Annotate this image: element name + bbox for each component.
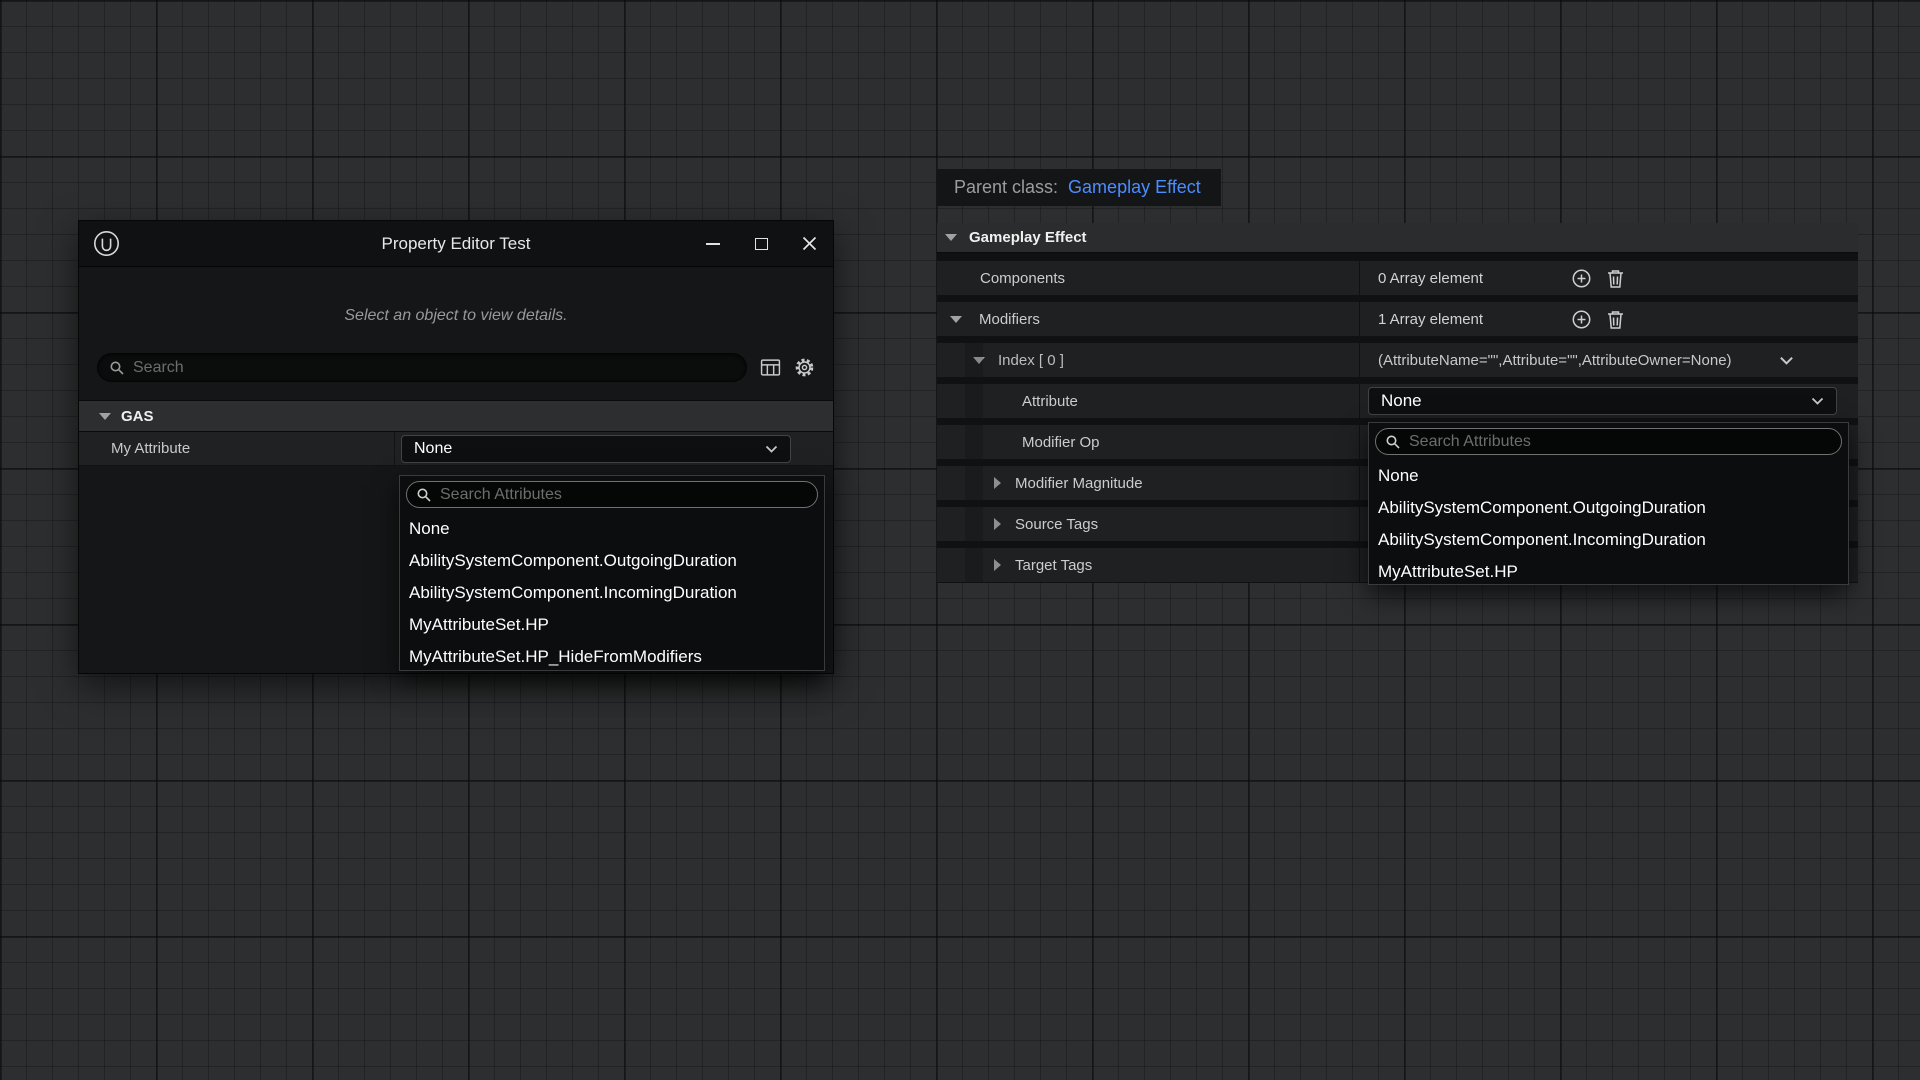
plus-circle-icon xyxy=(1571,309,1592,330)
dropdown-item-none[interactable]: None xyxy=(400,513,824,545)
row-name-cell: Modifiers xyxy=(937,302,1359,336)
row-index-0: Index [ 0 ] (AttributeName="",Attribute=… xyxy=(937,343,1858,377)
minimize-button[interactable] xyxy=(689,221,737,266)
add-array-element-button[interactable] xyxy=(1571,268,1592,289)
unreal-logo-icon xyxy=(93,230,120,257)
gear-icon xyxy=(794,357,815,378)
close-button[interactable] xyxy=(785,221,833,266)
dropdown-search-input[interactable] xyxy=(440,486,808,504)
property-label: My Attribute xyxy=(111,440,190,457)
minimize-icon xyxy=(706,243,720,245)
row-name-cell: Target Tags xyxy=(937,548,1359,582)
details-panel: Gameplay Effect Components 0 Array eleme… xyxy=(937,223,1858,583)
expander-down-icon[interactable] xyxy=(950,316,962,323)
category-header-gas[interactable]: GAS xyxy=(79,400,833,432)
dropdown-item-hp[interactable]: MyAttributeSet.HP xyxy=(400,609,824,641)
close-icon xyxy=(802,236,817,251)
row-label: Modifier Op xyxy=(1022,434,1100,451)
struct-expand-chevron[interactable] xyxy=(1779,356,1794,365)
maximize-button[interactable] xyxy=(737,221,785,266)
attribute-dropdown-menu: None AbilitySystemComponent.OutgoingDura… xyxy=(1368,422,1849,585)
category-header-gameplay-effect[interactable]: Gameplay Effect xyxy=(937,223,1858,253)
row-name-cell: Modifier Magnitude xyxy=(937,466,1359,500)
parent-class-bar: Parent class: Gameplay Effect xyxy=(937,169,1221,206)
category-label: Gameplay Effect xyxy=(969,229,1087,246)
row-modifiers: Modifiers 1 Array element xyxy=(937,302,1858,336)
attribute-combobox[interactable]: None xyxy=(1368,387,1837,415)
attribute-dropdown-menu: None AbilitySystemComponent.OutgoingDura… xyxy=(399,475,825,671)
property-matrix-button[interactable] xyxy=(760,358,781,377)
expander-down-icon[interactable] xyxy=(945,234,957,241)
dropdown-item-incoming-duration[interactable]: AbilitySystemComponent.IncomingDuration xyxy=(400,577,824,609)
combo-selected-value: None xyxy=(414,440,452,458)
window-controls xyxy=(689,221,833,266)
row-value-cell: None xyxy=(1360,384,1858,418)
row-label: Attribute xyxy=(1022,393,1078,410)
category-label: GAS xyxy=(121,408,154,425)
expander-right-icon[interactable] xyxy=(994,518,1001,530)
property-name-cell: My Attribute xyxy=(79,432,395,465)
plus-circle-icon xyxy=(1571,268,1592,289)
array-count-text: 0 Array element xyxy=(1378,270,1571,287)
search-icon xyxy=(109,360,125,376)
dropdown-search-box[interactable] xyxy=(1375,428,1842,455)
search-icon xyxy=(416,487,432,503)
row-value-cell: 1 Array element xyxy=(1360,302,1858,336)
dropdown-item-outgoing-duration[interactable]: AbilitySystemComponent.OutgoingDuration xyxy=(400,545,824,577)
row-name-cell: Attribute xyxy=(937,384,1359,418)
row-label: Modifier Magnitude xyxy=(1015,475,1143,492)
struct-summary-text: (AttributeName="",Attribute="",Attribute… xyxy=(1378,352,1732,369)
clear-array-button[interactable] xyxy=(1606,268,1625,289)
view-options-button[interactable] xyxy=(794,357,815,378)
dropdown-search-box[interactable] xyxy=(406,481,818,508)
parent-class-link[interactable]: Gameplay Effect xyxy=(1068,177,1201,198)
add-array-element-button[interactable] xyxy=(1571,309,1592,330)
expander-down-icon[interactable] xyxy=(99,413,111,420)
row-name-cell: Index [ 0 ] xyxy=(937,343,1359,377)
row-label: Index [ 0 ] xyxy=(998,352,1064,369)
row-name-cell: Components xyxy=(937,261,1359,295)
expander-right-icon[interactable] xyxy=(994,559,1001,571)
row-name-cell: Modifier Op xyxy=(937,425,1359,459)
maximize-icon xyxy=(755,238,768,250)
row-label: Target Tags xyxy=(1015,557,1092,574)
property-editor-window: Property Editor Test Select an object to… xyxy=(78,220,834,674)
combo-selected-value: None xyxy=(1381,391,1422,411)
expander-right-icon[interactable] xyxy=(994,477,1001,489)
dropdown-item-hp-hide-from-modifiers[interactable]: MyAttributeSet.HP_HideFromModifiers xyxy=(400,641,824,673)
dropdown-item-incoming-duration[interactable]: AbilitySystemComponent.IncomingDuration xyxy=(1369,524,1848,556)
my-attribute-combobox[interactable]: None xyxy=(401,435,791,463)
clear-array-button[interactable] xyxy=(1606,309,1625,330)
dropdown-item-none[interactable]: None xyxy=(1369,460,1848,492)
window-titlebar[interactable]: Property Editor Test xyxy=(79,221,833,267)
array-count-text: 1 Array element xyxy=(1378,311,1571,328)
row-label: Source Tags xyxy=(1015,516,1098,533)
chevron-down-icon xyxy=(1779,356,1794,365)
row-value-cell: (AttributeName="",Attribute="",Attribute… xyxy=(1360,343,1858,377)
parent-class-label: Parent class: xyxy=(954,177,1058,198)
details-hint-text: Select an object to view details. xyxy=(79,307,833,325)
row-value-cell: 0 Array element xyxy=(1360,261,1858,295)
search-icon xyxy=(1385,434,1401,450)
chevron-down-icon xyxy=(1811,397,1824,405)
details-search-box[interactable] xyxy=(97,353,747,382)
row-components: Components 0 Array element xyxy=(937,261,1858,295)
property-value-cell: None xyxy=(395,432,833,465)
property-row-my-attribute: My Attribute None xyxy=(79,432,833,466)
table-icon xyxy=(760,358,781,377)
trash-icon xyxy=(1606,309,1625,330)
trash-icon xyxy=(1606,268,1625,289)
dropdown-item-hp[interactable]: MyAttributeSet.HP xyxy=(1369,556,1848,588)
row-label: Components xyxy=(980,270,1065,287)
row-name-cell: Source Tags xyxy=(937,507,1359,541)
chevron-down-icon xyxy=(765,445,778,453)
row-attribute: Attribute None xyxy=(937,384,1858,418)
expander-down-icon[interactable] xyxy=(973,357,985,364)
search-input[interactable] xyxy=(133,359,735,377)
dropdown-item-outgoing-duration[interactable]: AbilitySystemComponent.OutgoingDuration xyxy=(1369,492,1848,524)
row-label: Modifiers xyxy=(979,311,1040,328)
details-toolbar xyxy=(97,353,815,382)
dropdown-search-input[interactable] xyxy=(1409,433,1832,451)
